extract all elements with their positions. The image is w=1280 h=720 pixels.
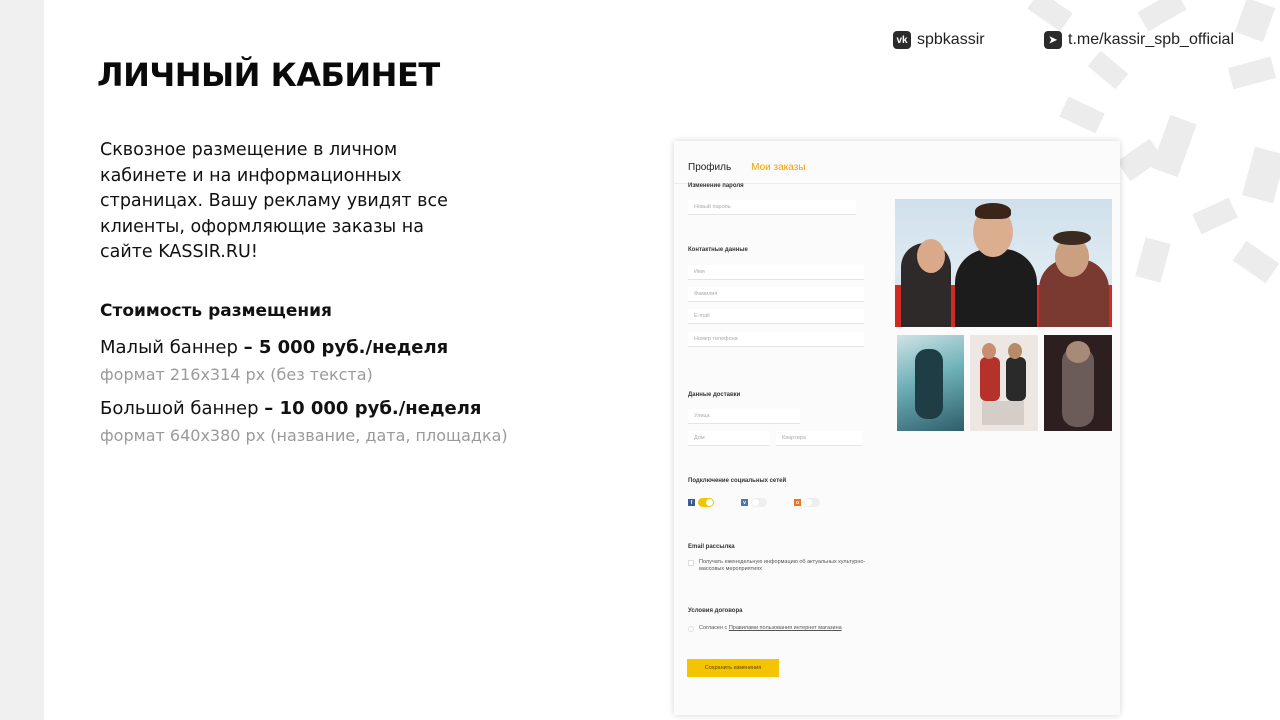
decor-ticket (1151, 114, 1197, 178)
decor-ticket (1116, 138, 1164, 182)
tab-profile[interactable]: Профиль (688, 162, 731, 173)
decor-ticket (1135, 237, 1171, 283)
terms-text: Согласен с Правилами пользования интерне… (699, 625, 842, 632)
small-banner-label: Малый баннер (100, 337, 244, 358)
decor-ticket (1234, 0, 1276, 43)
vk-toggle-group: v (741, 498, 767, 507)
description-line: кабинете и на информационных (100, 165, 402, 186)
facebook-toggle[interactable] (698, 498, 714, 507)
contacts-heading: Контактные данные (688, 247, 748, 253)
description-line: сайте KASSIR.RU! (100, 242, 258, 262)
odnoklassniki-icon: o (794, 499, 801, 506)
pricing-heading: Стоимость размещения (100, 301, 332, 321)
name-field[interactable]: Имя (688, 265, 864, 280)
vk-icon: vk (893, 31, 911, 49)
account-page-mockup: Профиль Мои заказы Изменение пароля Новы… (674, 141, 1120, 715)
page-title: ЛИЧНЫЙ КАБИНЕТ (97, 56, 440, 94)
description: Сквозное размещение в личном кабинете и … (100, 138, 470, 266)
tab-my-orders[interactable]: Мои заказы (751, 162, 805, 173)
decor-ticket (1137, 0, 1187, 32)
subscription-checkbox[interactable] (688, 560, 694, 566)
terms-prefix: Согласен с (699, 625, 729, 631)
delivery-heading: Данные доставки (688, 392, 741, 398)
house-field[interactable]: Дом (688, 431, 770, 446)
description-line: клиенты, оформляющие заказы на (100, 216, 424, 237)
small-banner-image-3 (1044, 335, 1112, 431)
small-banner-format: формат 216x314 px (без текста) (100, 365, 373, 384)
large-banner-label: Большой баннер (100, 398, 265, 419)
vk-link[interactable]: vk spbkassir (893, 31, 985, 49)
decor-ticket (1242, 146, 1280, 204)
street-field[interactable]: Улица (688, 409, 800, 424)
subscription-text-line: Получать еженедельную информацию об акту… (699, 559, 866, 565)
new-password-field[interactable]: Новый пароль (688, 200, 856, 215)
telegram-icon: ➤ (1044, 31, 1062, 49)
large-banner-format: формат 640x380 px (название, дата, площа… (100, 426, 508, 445)
odnoklassniki-toggle[interactable] (804, 498, 820, 507)
description-line: Сквозное размещение в личном (100, 140, 398, 160)
decor-ticket (1232, 240, 1280, 284)
small-banner-price: Малый баннер – 5 000 руб./неделя (100, 337, 448, 358)
decor-ticket (1192, 197, 1238, 235)
left-side-strip (0, 0, 44, 720)
terms-link[interactable]: Правилами пользования интернет магазина (729, 625, 842, 631)
facebook-toggle-group: f (688, 498, 714, 507)
subscription-text: Получать еженедельную информацию об акту… (699, 559, 865, 573)
surname-field[interactable]: Фамилия (688, 287, 864, 302)
decor-ticket (1087, 50, 1129, 90)
apartment-field[interactable]: Квартира (776, 431, 862, 446)
email-field[interactable]: E-mail (688, 309, 864, 324)
terms-heading: Условия договора (688, 608, 743, 614)
odnoklassniki-toggle-group: o (794, 498, 820, 507)
phone-field[interactable]: Номер телефона (688, 332, 864, 347)
decor-ticket (1059, 96, 1105, 134)
decor-ticket (1227, 56, 1277, 90)
subscription-text-line: массовых мероприятиях (699, 566, 762, 572)
password-heading: Изменение пароля (688, 183, 744, 189)
small-banner-cost: – 5 000 руб./неделя (243, 337, 449, 358)
email-subscription-heading: Email рассылка (688, 544, 735, 550)
small-banner-image-1 (897, 335, 964, 431)
small-banner-image-2 (970, 335, 1038, 431)
vk-small-icon: v (741, 499, 748, 506)
large-banner-cost: – 10 000 руб./неделя (264, 398, 482, 419)
large-banner-image (895, 199, 1112, 327)
vk-toggle[interactable] (751, 498, 767, 507)
mockup-tabs: Профиль Мои заказы (688, 162, 806, 173)
telegram-label: t.me/kassir_spb_official (1068, 31, 1234, 48)
save-changes-button[interactable]: Сохранить изменения (687, 659, 779, 677)
facebook-icon: f (688, 499, 695, 506)
terms-checkbox[interactable] (688, 626, 694, 632)
social-heading: Подключение социальных сетей (688, 478, 787, 484)
large-banner-price: Большой баннер – 10 000 руб./неделя (100, 398, 481, 419)
telegram-link[interactable]: ➤ t.me/kassir_spb_official (1044, 31, 1234, 49)
decor-ticket (1027, 0, 1073, 32)
vk-label: spbkassir (917, 31, 985, 48)
description-line: страницах. Вашу рекламу увидят все (100, 191, 448, 211)
